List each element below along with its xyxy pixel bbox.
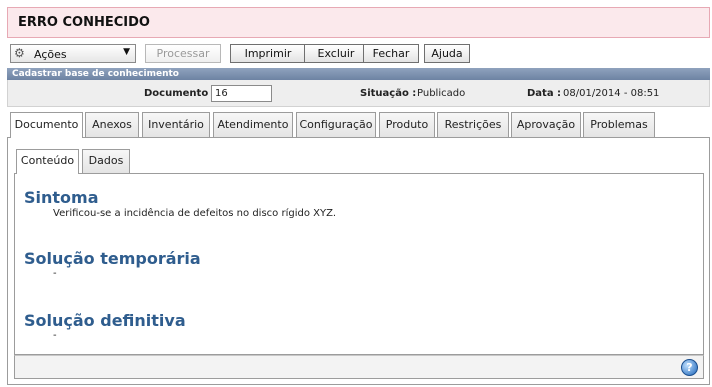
solucao-temporaria-text: - [53,268,57,279]
tab-anexos[interactable]: Anexos [85,112,139,137]
imprimir-button[interactable]: Imprimir [230,44,306,63]
solucao-definitiva-heading: Solução definitiva [24,311,186,330]
tab-documento[interactable]: Documento [10,112,83,138]
fechar-button[interactable]: Fechar [363,44,419,63]
subtab-conteudo[interactable]: Conteúdo [16,149,79,174]
gear-icon: ⚙ [14,46,25,60]
actions-dropdown[interactable]: ⚙ Ações ▼ [10,44,136,63]
toolbar: ⚙ Ações ▼ Processar Imprimir Excluir Fec… [10,44,710,63]
documento-field[interactable] [211,85,272,102]
solucao-temporaria-heading: Solução temporária [24,249,201,268]
help-icon[interactable]: ? [681,359,698,376]
excluir-button[interactable]: Excluir [304,44,368,63]
sintoma-heading: Sintoma [24,188,99,207]
actions-dropdown-label: Ações [34,48,67,61]
content-footer: ? [14,355,704,379]
chevron-down-icon: ▼ [123,47,130,57]
data-value: 08/01/2014 - 08:51 [563,88,660,99]
subtab-dados[interactable]: Dados [82,149,130,173]
section-header: Cadastrar base de conhecimento [7,68,710,80]
tab-atendimento[interactable]: Atendimento [213,112,293,137]
ajuda-button[interactable]: Ajuda [424,44,470,63]
tab-problemas[interactable]: Problemas [583,112,655,137]
situacao-value: Publicado [417,88,466,99]
data-label: Data : [527,88,562,99]
document-info-row: Documento : Situação : Publicado Data : … [7,80,710,107]
main-tabs: Documento Anexos Inventário Atendimento … [7,112,710,138]
documento-label: Documento : [144,88,216,99]
solucao-definitiva-text: - [53,330,57,341]
tab-produto[interactable]: Produto [379,112,435,137]
processar-button[interactable]: Processar [145,44,221,63]
page-title-bar: ERRO CONHECIDO [7,7,710,38]
tab-configuracao[interactable]: Configuração [296,112,376,137]
section-title: Cadastrar base de conhecimento [12,69,179,79]
tab-inventario[interactable]: Inventário [142,112,210,137]
sintoma-text: Verificou-se a incidência de defeitos no… [53,208,337,219]
tab-restricoes[interactable]: Restrições [437,112,509,137]
situacao-label: Situação : [360,88,417,99]
tab-aprovacao[interactable]: Aprovação [511,112,581,137]
page-title: ERRO CONHECIDO [18,15,150,30]
